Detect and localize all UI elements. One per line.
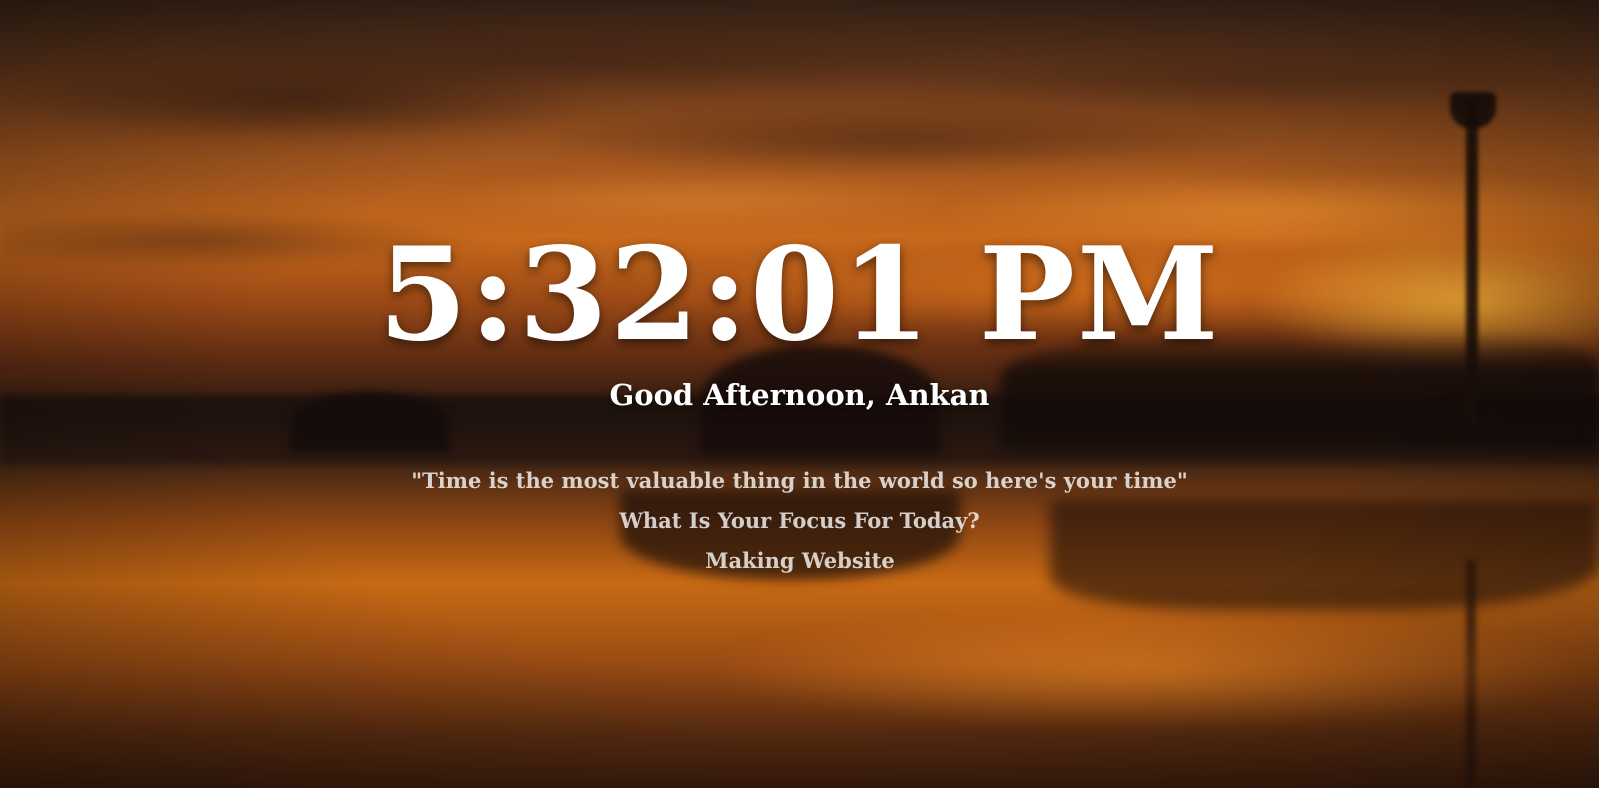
clock-time: 5:32:01 PM (378, 220, 1221, 370)
focus-question: What Is Your Focus For Today? (619, 508, 980, 533)
greeting-text: Good Afternoon, Ankan (609, 378, 990, 412)
quote-text: "Time is the most valuable thing in the … (411, 468, 1188, 493)
main-content: 5:32:01 PM Good Afternoon, Ankan "Time i… (0, 0, 1599, 788)
focus-input[interactable] (550, 546, 1050, 576)
